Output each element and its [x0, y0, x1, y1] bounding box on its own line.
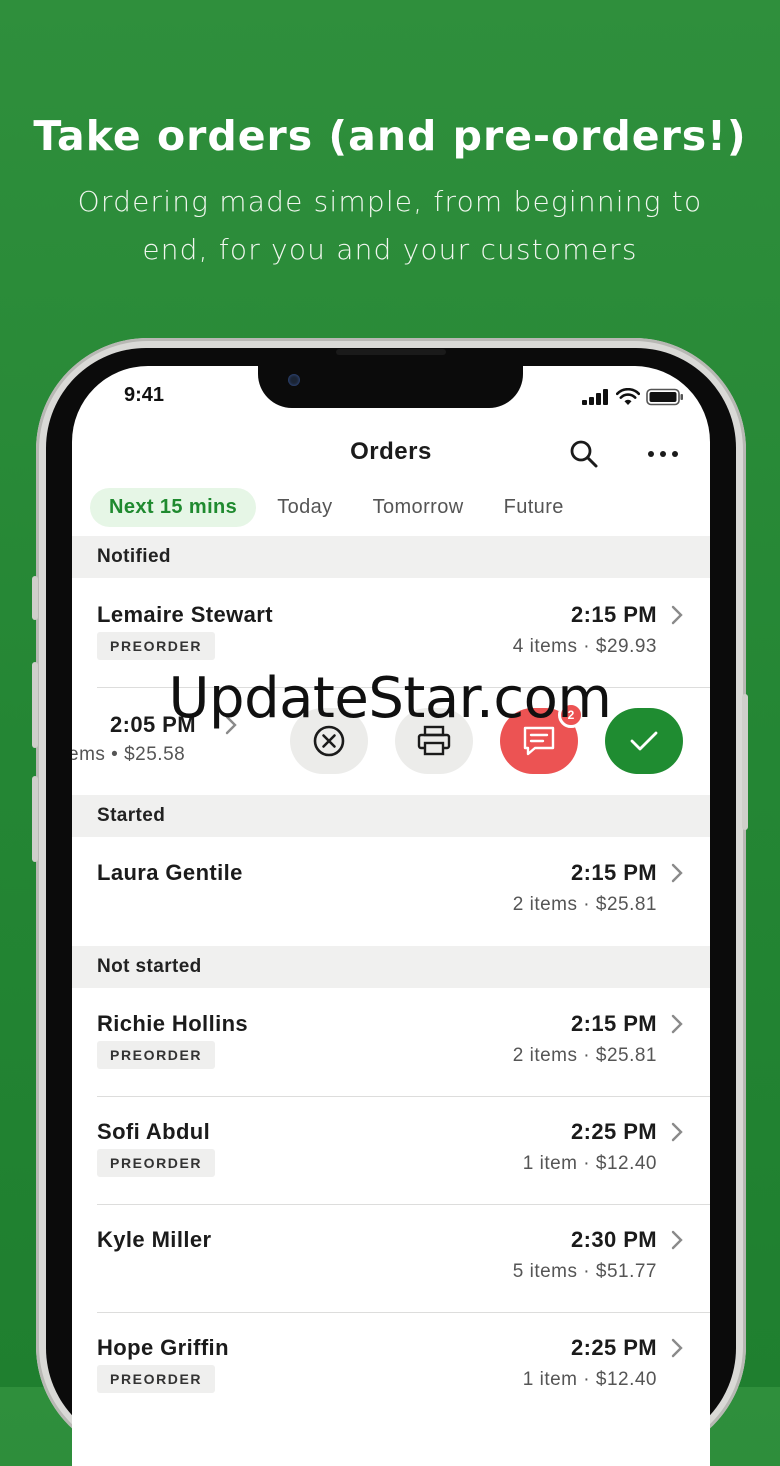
app-screen: 9:41 Orders Next 15 mins Today Tomorrow — [72, 366, 710, 1466]
section-header-notified: Notified — [72, 536, 710, 578]
order-time: 2:15 PM — [571, 1011, 657, 1036]
tab-tomorrow[interactable]: Tomorrow — [354, 488, 483, 527]
battery-icon — [646, 388, 683, 406]
tab-next-15-mins[interactable]: Next 15 mins — [90, 488, 257, 527]
tab-today[interactable]: Today — [258, 488, 351, 527]
chevron-right-icon — [671, 605, 683, 625]
hero-title: Take orders (and pre-orders!) — [33, 112, 747, 160]
chevron-right-icon — [671, 1230, 683, 1250]
order-row-sofi-abdul[interactable]: Sofi Abdul PREORDER 2:25 PM 1 item · $12… — [72, 1097, 710, 1204]
phone-volume-down — [32, 776, 38, 862]
order-summary: 4 items · $29.93 — [512, 636, 657, 657]
search-icon[interactable] — [568, 438, 600, 470]
phone-speaker — [336, 349, 446, 355]
order-time: 2:15 PM — [571, 860, 657, 885]
tab-future[interactable]: Future — [485, 488, 583, 527]
order-summary: 5 items · $51.77 — [512, 1261, 657, 1282]
order-time: 2:25 PM — [571, 1119, 657, 1144]
order-summary: 1 item · $12.40 — [522, 1153, 657, 1174]
order-row-laura-gentile[interactable]: Laura Gentile 2:15 PM 2 items · $25.81 — [72, 838, 710, 946]
watermark: UpdateStar.com — [168, 666, 612, 731]
chevron-right-icon — [671, 1014, 683, 1034]
customer-name: Laura Gentile — [97, 860, 243, 885]
status-time: 9:41 — [124, 384, 165, 406]
customer-name: Sofi Abdul — [97, 1119, 211, 1144]
order-time: 2:30 PM — [571, 1227, 657, 1252]
customer-name: Lemaire Stewart — [97, 602, 273, 627]
phone-notch — [258, 366, 523, 408]
order-time: 2:25 PM — [571, 1335, 657, 1360]
customer-name: Kyle Miller — [97, 1227, 212, 1252]
order-row-hope-griffin[interactable]: Hope Griffin PREORDER 2:25 PM 1 item · $… — [72, 1313, 710, 1420]
order-row-richie-hollins[interactable]: Richie Hollins PREORDER 2:15 PM 2 items … — [72, 989, 710, 1096]
page-title: Orders — [350, 438, 432, 465]
phone-silent-switch — [32, 576, 38, 620]
order-time: 2:15 PM — [571, 602, 657, 627]
wifi-icon — [616, 388, 640, 405]
order-summary: 1 item · $12.40 — [522, 1369, 657, 1390]
preorder-badge: PREORDER — [97, 1365, 216, 1393]
cellular-signal-icon — [582, 389, 608, 405]
customer-name: Richie Hollins — [97, 1011, 249, 1036]
order-summary: 2 items · $25.81 — [512, 894, 657, 915]
preorder-badge: PREORDER — [97, 1041, 216, 1069]
status-icons — [582, 388, 684, 406]
hero-subtitle: Ordering made simple, from beginning to … — [77, 185, 703, 266]
chevron-right-icon — [671, 1122, 683, 1142]
chevron-right-icon — [671, 863, 683, 883]
order-row-kyle-miller[interactable]: Kyle Miller 2:30 PM 5 items · $51.77 — [72, 1205, 710, 1312]
chevron-right-icon — [671, 1338, 683, 1358]
order-summary: 2 items · $25.81 — [512, 1045, 657, 1066]
filter-tabs: Next 15 mins Today Tomorrow Future — [90, 488, 585, 527]
order-summary: ems • $25.58 — [72, 744, 186, 765]
preorder-badge: PREORDER — [97, 632, 216, 660]
section-header-not-started: Not started — [72, 946, 710, 988]
preorder-badge: PREORDER — [97, 1149, 216, 1177]
customer-name: Hope Griffin — [97, 1335, 229, 1360]
checkmark-icon — [630, 731, 658, 751]
section-header-started: Started — [72, 795, 710, 837]
camera-icon — [288, 374, 300, 386]
more-options-icon[interactable] — [646, 444, 680, 464]
